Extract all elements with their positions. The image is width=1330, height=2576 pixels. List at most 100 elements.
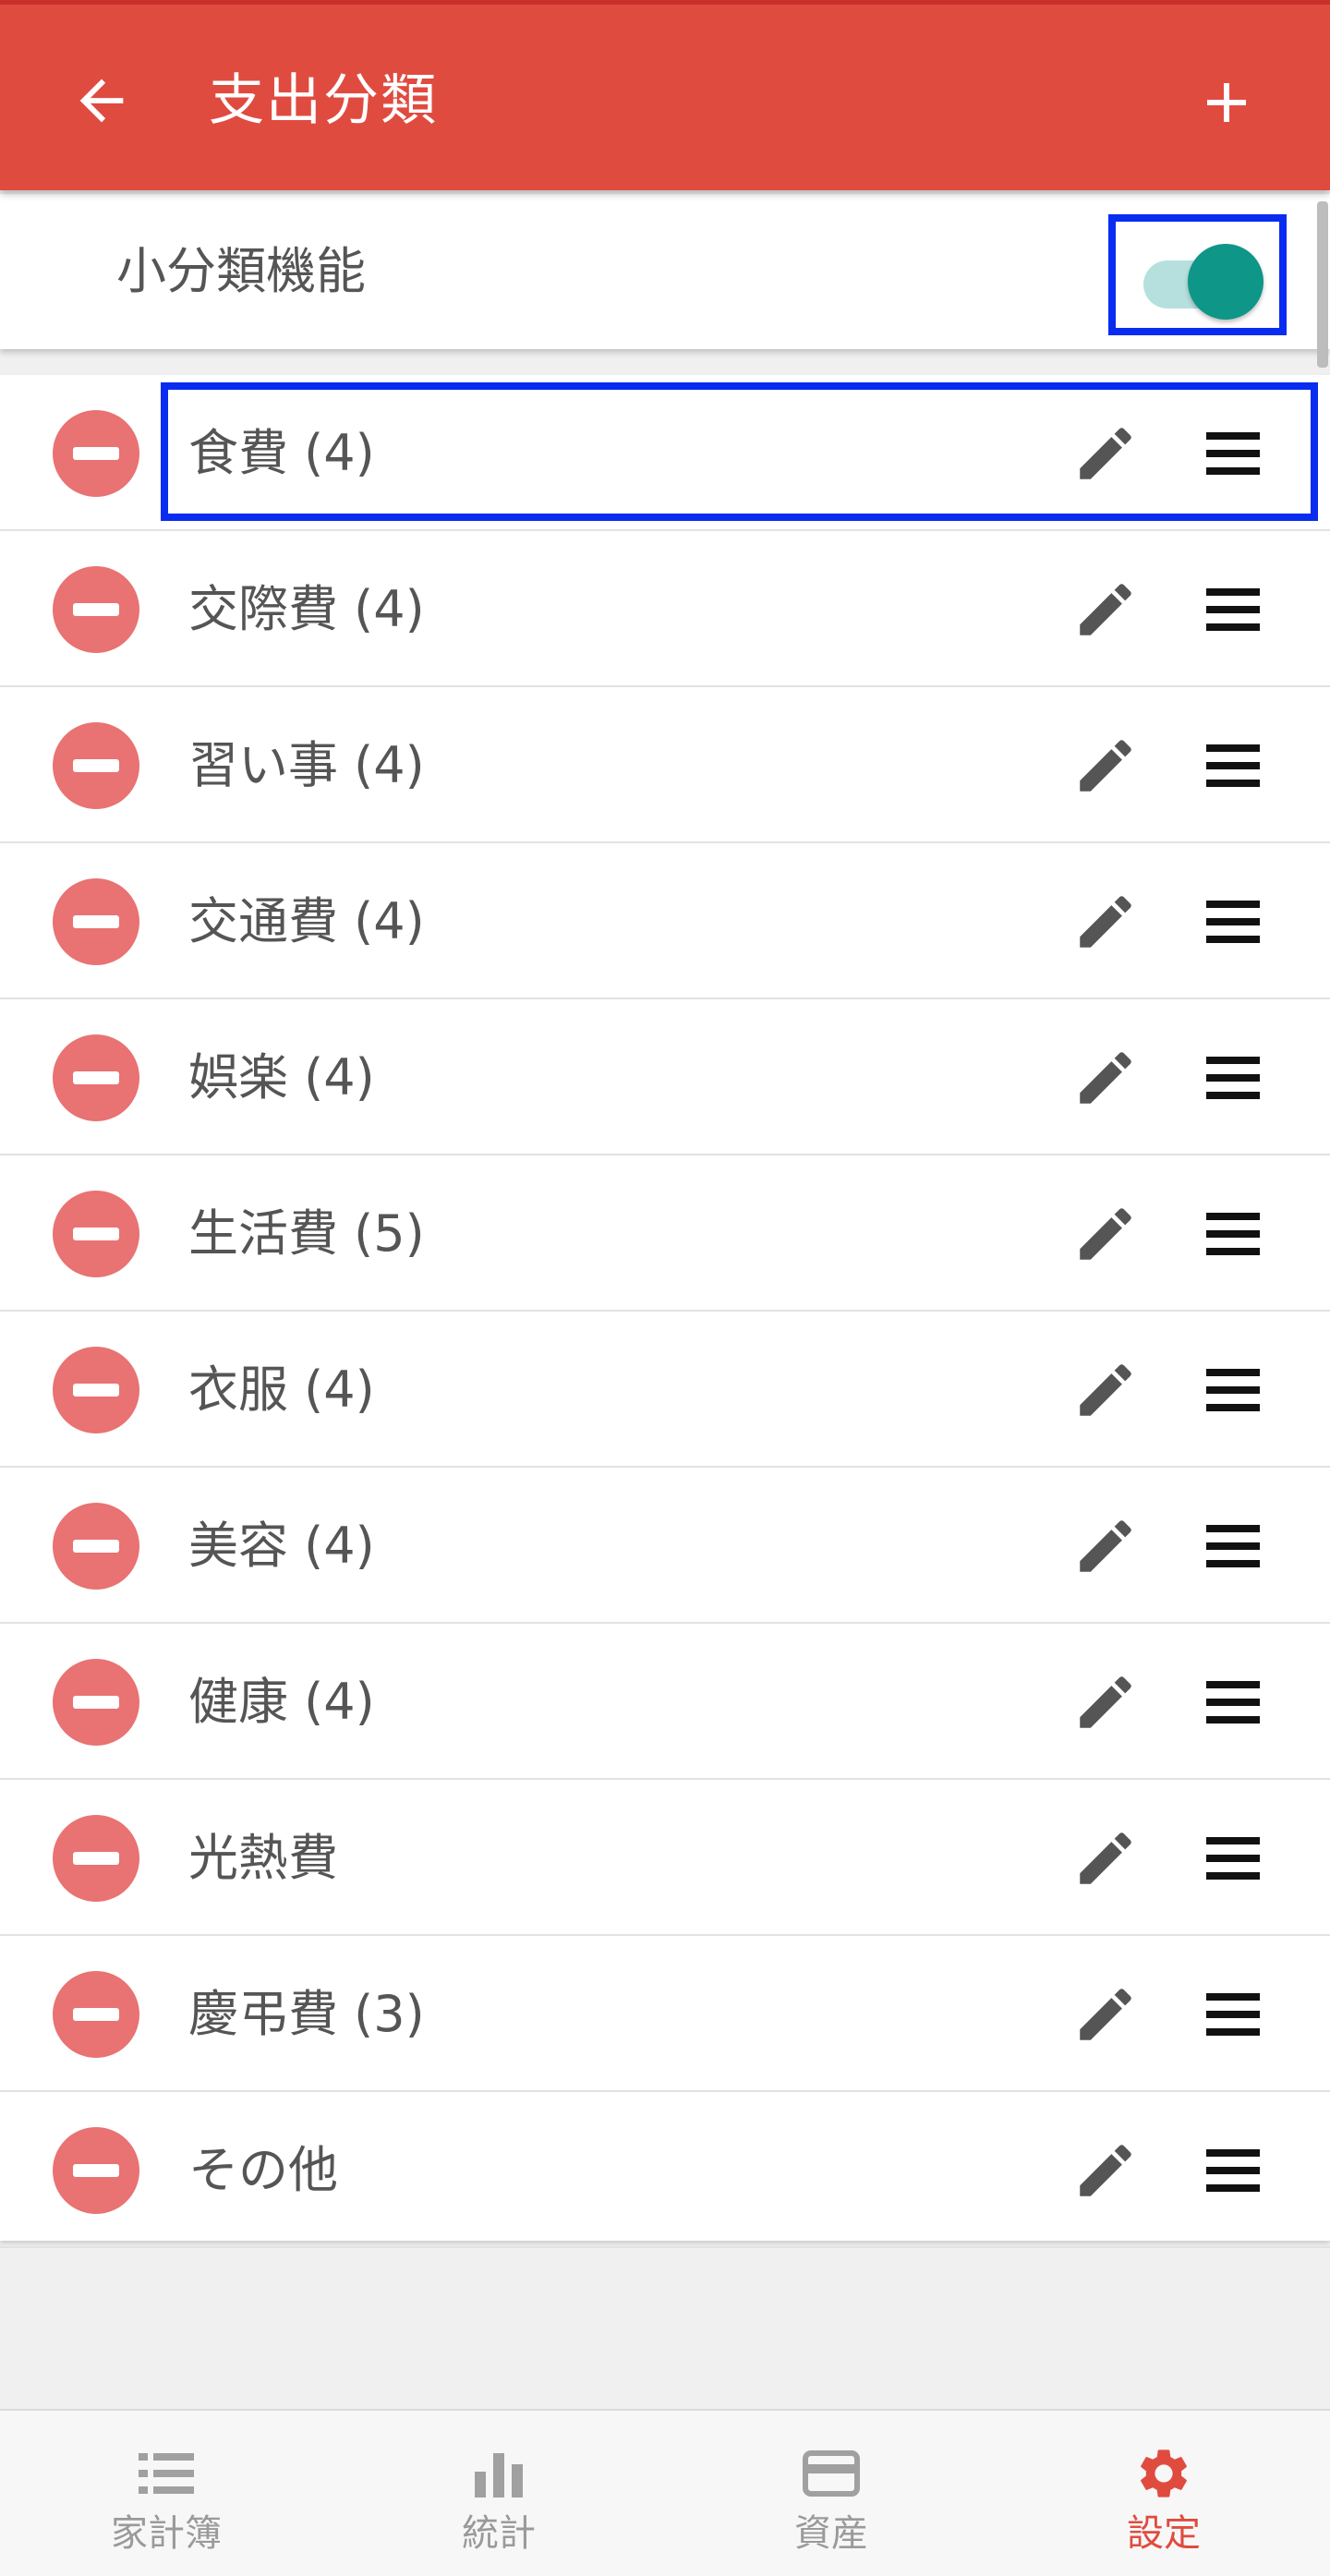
category-row[interactable]: 慶弔費 (3) [0, 1936, 1330, 2092]
edit-category-button[interactable] [1071, 1824, 1140, 1893]
drag-handle-icon [1206, 901, 1260, 943]
category-label: 慶弔費 (3) [188, 1985, 425, 2043]
reorder-handle[interactable] [1203, 1672, 1264, 1733]
pencil-icon [1080, 1052, 1131, 1104]
category-label: 娯楽 (4) [188, 1048, 375, 1107]
scrollbar[interactable] [1317, 201, 1328, 368]
remove-category-button[interactable] [53, 566, 139, 653]
pencil-icon [1080, 1832, 1131, 1884]
nav-item-stats[interactable]: 統計 [332, 2411, 665, 2576]
reorder-handle[interactable] [1203, 2140, 1264, 2201]
reorder-handle[interactable] [1203, 735, 1264, 796]
category-row[interactable]: 娯楽 (4) [0, 999, 1330, 1155]
add-category-button[interactable] [1188, 64, 1265, 141]
pencil-icon [1080, 896, 1131, 948]
edit-category-button[interactable] [1071, 1356, 1140, 1424]
drag-handle-icon [1206, 1837, 1260, 1880]
category-row[interactable]: 美容 (4) [0, 1468, 1330, 1624]
category-row[interactable]: 食費 (4) [0, 375, 1330, 531]
credit-card-icon [803, 2450, 860, 2497]
list-icon [139, 2453, 194, 2494]
pencil-icon [1080, 740, 1131, 792]
reorder-handle[interactable] [1203, 579, 1264, 640]
remove-category-button[interactable] [53, 1815, 139, 1902]
category-row[interactable]: 習い事 (4) [0, 687, 1330, 843]
remove-category-button[interactable] [53, 1347, 139, 1433]
remove-category-button[interactable] [53, 878, 139, 965]
pencil-icon [1080, 428, 1131, 479]
reorder-handle[interactable] [1203, 1203, 1264, 1264]
reorder-handle[interactable] [1203, 1828, 1264, 1889]
remove-category-button[interactable] [53, 2127, 139, 2214]
drag-handle-icon [1206, 1993, 1260, 2036]
category-label: 生活費 (5) [188, 1204, 425, 1263]
remove-category-button[interactable] [53, 1191, 139, 1277]
nav-item-assets[interactable]: 資産 [665, 2411, 998, 2576]
subcategory-toggle[interactable] [1108, 214, 1287, 335]
remove-category-button[interactable] [53, 722, 139, 809]
reorder-handle[interactable] [1203, 891, 1264, 952]
category-row[interactable]: その他 [0, 2092, 1330, 2248]
category-label: 光熱費 [188, 1829, 338, 1887]
remove-category-button[interactable] [53, 1034, 139, 1121]
drag-handle-icon [1206, 1681, 1260, 1723]
gear-icon [1141, 2449, 1187, 2497]
page-title: 支出分類 [209, 68, 438, 133]
drag-handle-icon [1206, 1213, 1260, 1255]
drag-handle-icon [1206, 1057, 1260, 1099]
category-row[interactable]: 衣服 (4) [0, 1312, 1330, 1468]
remove-category-button[interactable] [53, 1659, 139, 1746]
edit-category-button[interactable] [1071, 732, 1140, 800]
drag-handle-icon [1206, 432, 1260, 475]
reorder-handle[interactable] [1203, 423, 1264, 484]
nav-label: 資産 [794, 2512, 868, 2555]
subcategory-feature-label: 小分類機能 [116, 242, 366, 300]
category-row[interactable]: 光熱費 [0, 1780, 1330, 1936]
edit-category-button[interactable] [1071, 1512, 1140, 1580]
app-bar: 支出分類 [0, 0, 1330, 190]
remove-category-button[interactable] [53, 1971, 139, 2058]
edit-category-button[interactable] [1071, 2136, 1140, 2205]
category-label: 習い事 (4) [188, 736, 425, 794]
drag-handle-icon [1206, 2149, 1260, 2192]
category-row[interactable]: 交通費 (4) [0, 843, 1330, 999]
category-list: 食費 (4) 交際費 (4) 習い事 (4) 交通費 (4) 娯楽 (4) 生活費 (5)… [0, 375, 1330, 2248]
category-row[interactable]: 交際費 (4) [0, 531, 1330, 687]
nav-item-kakeibo[interactable]: 家計簿 [0, 2411, 332, 2576]
bottom-navigation: 家計簿 統計 資産 設定 [0, 2409, 1330, 2576]
toggle-knob [1188, 244, 1264, 320]
category-row[interactable]: 生活費 (5) [0, 1155, 1330, 1312]
edit-category-button[interactable] [1071, 1980, 1140, 2049]
edit-category-button[interactable] [1071, 419, 1140, 488]
category-row[interactable]: 健康 (4) [0, 1624, 1330, 1780]
reorder-handle[interactable] [1203, 1360, 1264, 1421]
edit-category-button[interactable] [1071, 1668, 1140, 1736]
remove-category-button[interactable] [53, 1503, 139, 1590]
pencil-icon [1080, 1520, 1131, 1572]
edit-category-button[interactable] [1071, 575, 1140, 644]
remove-category-button[interactable] [53, 410, 139, 497]
category-label: 衣服 (4) [188, 1361, 375, 1419]
edit-category-button[interactable] [1071, 1044, 1140, 1112]
drag-handle-icon [1206, 1369, 1260, 1411]
pencil-icon [1080, 1364, 1131, 1416]
category-label: 交際費 (4) [188, 580, 425, 638]
plus-icon [1207, 83, 1246, 122]
back-button[interactable] [63, 62, 140, 139]
category-label: 食費 (4) [188, 424, 375, 482]
reorder-handle[interactable] [1203, 1047, 1264, 1108]
reorder-handle[interactable] [1203, 1516, 1264, 1577]
edit-category-button[interactable] [1071, 1200, 1140, 1268]
nav-label: 統計 [462, 2512, 536, 2555]
pencil-icon [1080, 584, 1131, 635]
bar-chart-icon [475, 2453, 523, 2497]
edit-category-button[interactable] [1071, 888, 1140, 956]
drag-handle-icon [1206, 588, 1260, 631]
category-label: その他 [188, 2141, 338, 2199]
pencil-icon [1080, 1676, 1131, 1728]
category-label: 交通費 (4) [188, 892, 425, 950]
pencil-icon [1080, 1989, 1131, 2040]
category-label: 美容 (4) [188, 1517, 375, 1575]
reorder-handle[interactable] [1203, 1984, 1264, 2045]
nav-item-settings[interactable]: 設定 [998, 2411, 1330, 2576]
